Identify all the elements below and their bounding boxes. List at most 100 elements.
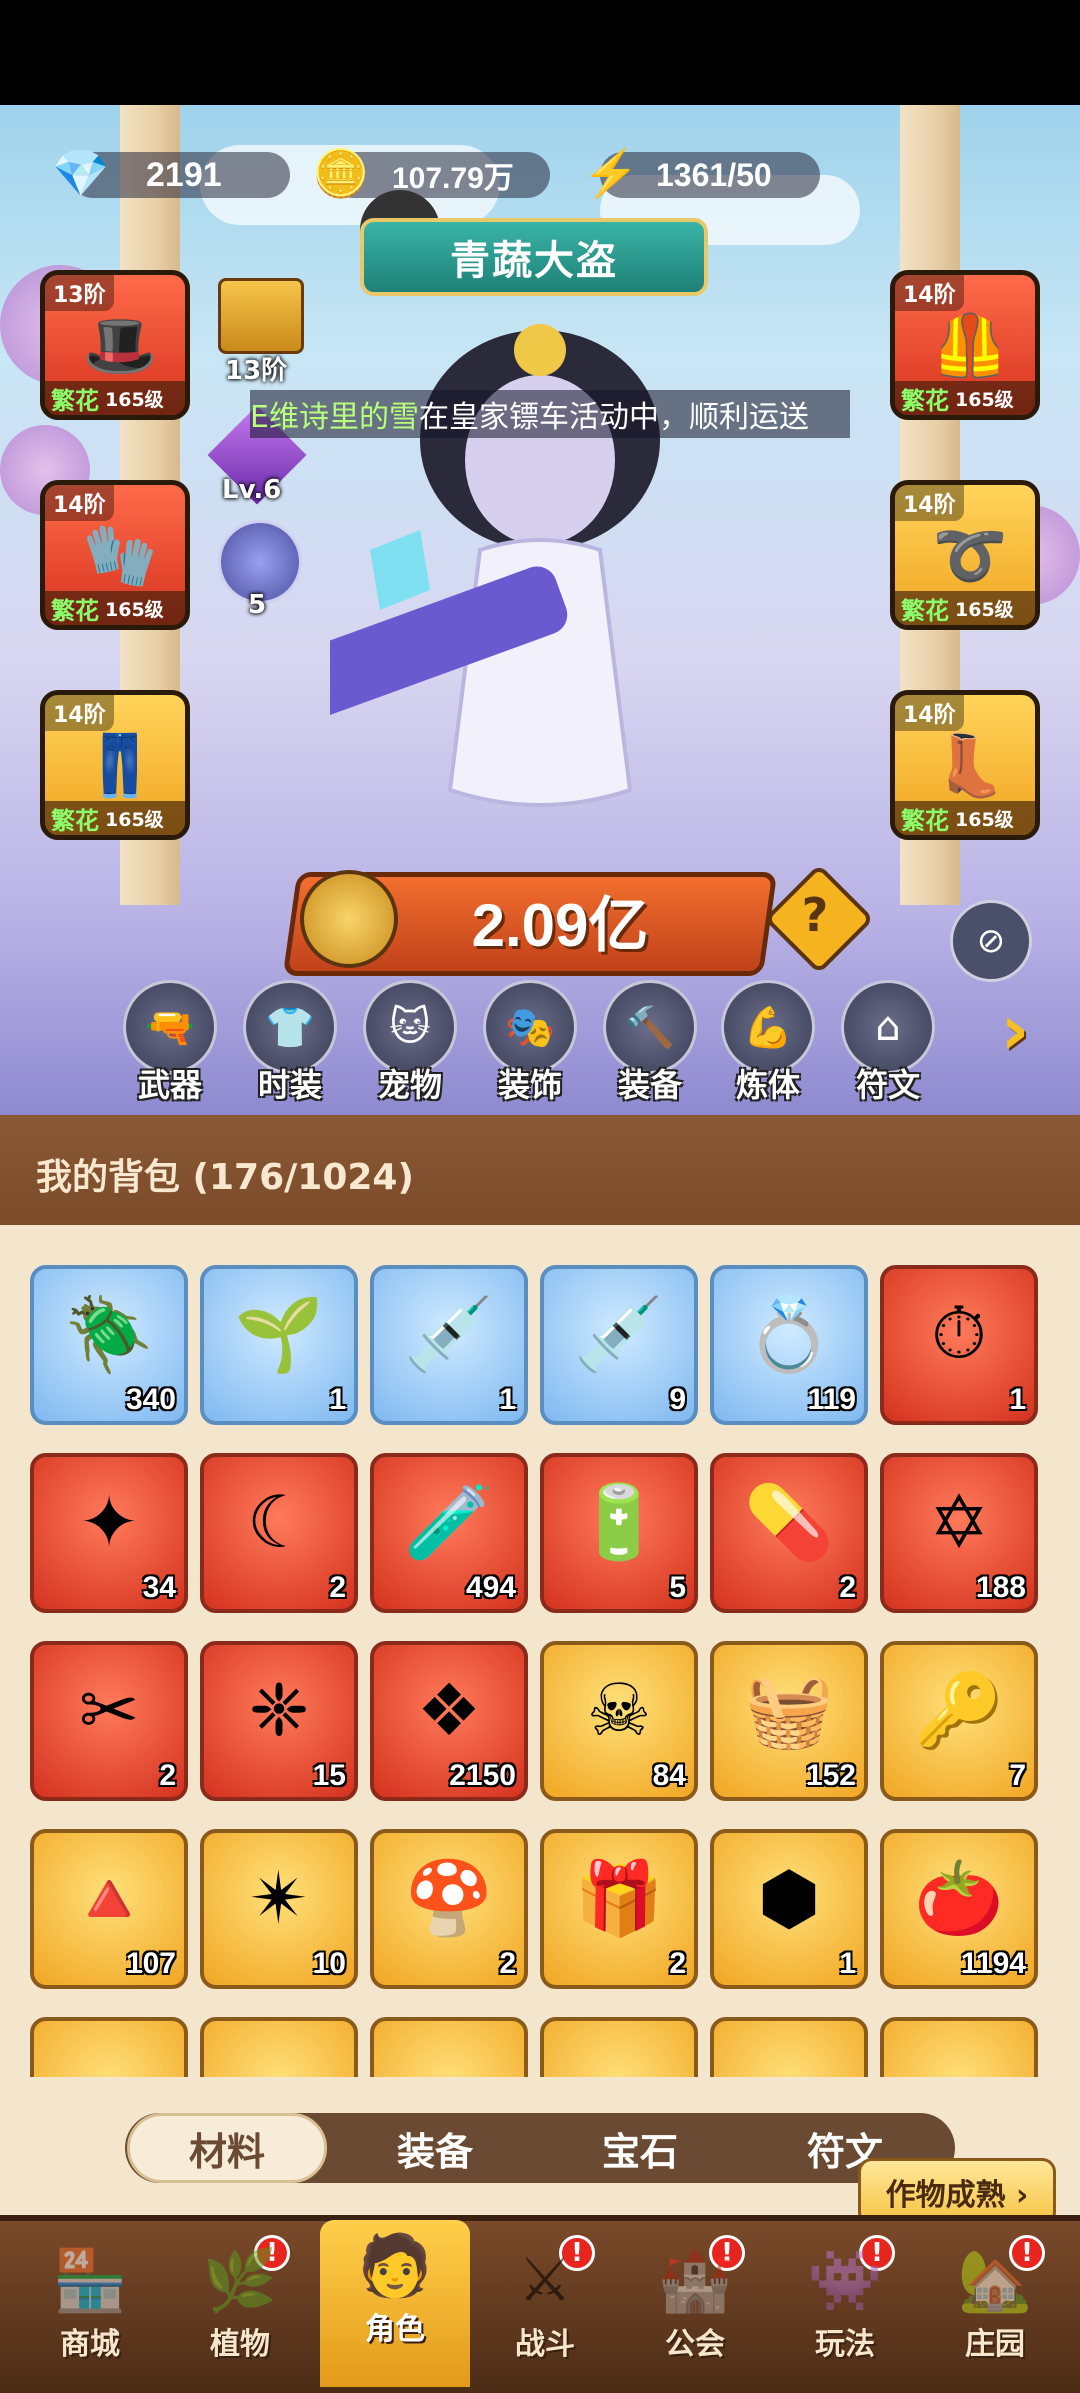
category-rune[interactable]: ⌂ 符文: [838, 980, 938, 1104]
red-potion-icon: 🧪: [404, 1479, 494, 1564]
gold-counter[interactable]: 🪙 107.79万: [312, 147, 550, 199]
treasure-chest-icon[interactable]: [218, 278, 304, 354]
category-label: 符文: [855, 1066, 920, 1104]
inventory-item[interactable]: [370, 2017, 528, 2077]
hexagram-icon: ✡: [928, 1480, 990, 1564]
inventory-item[interactable]: 💉 1: [370, 1265, 528, 1425]
inventory-item[interactable]: ⬢ 1: [710, 1829, 868, 1989]
shop-icon: 🏪: [52, 2245, 128, 2316]
inventory-item[interactable]: ✡ 188: [880, 1453, 1038, 1613]
inventory-title: 我的背包 (176/1024): [36, 1157, 414, 1198]
inventory-item[interactable]: 🔋 5: [540, 1453, 698, 1613]
syringe-icon: 💉: [404, 1291, 494, 1376]
item-count: 119: [807, 1383, 856, 1416]
inventory-item[interactable]: 🪲 340: [30, 1265, 188, 1425]
inventory-item[interactable]: [540, 2017, 698, 2077]
equip-slot-belt[interactable]: 14阶 ➰ 繁花 165级: [890, 480, 1040, 630]
inventory-item[interactable]: [710, 2017, 868, 2077]
equip-slot-vest[interactable]: 14阶 🦺 繁花 165级: [890, 270, 1040, 420]
basket-icon: 🧺: [744, 1667, 834, 1752]
inventory-item[interactable]: ☾ 2: [200, 1453, 358, 1613]
nav-label: 战斗: [515, 2327, 575, 2362]
inventory-item[interactable]: 🔺 107: [30, 1829, 188, 1989]
tab-materials[interactable]: 材料: [127, 2113, 327, 2183]
inventory-item[interactable]: 💍 119: [710, 1265, 868, 1425]
category-equipment[interactable]: 🔨 装备: [600, 980, 700, 1104]
nav-battle[interactable]: ! ⚔ 战斗: [475, 2235, 615, 2380]
green-capsule-icon: 💊: [744, 1479, 834, 1564]
energy-counter[interactable]: ⚡ 1361/50: [582, 147, 820, 199]
swords-icon: ⚔: [518, 2245, 572, 2315]
diamond-counter[interactable]: 💎 2191: [52, 147, 290, 199]
boots-icon: 👢: [932, 730, 1008, 801]
glove-icon: 🧤: [82, 520, 158, 591]
monster-icon: 👾: [807, 2245, 883, 2316]
partial-item-icon: [714, 2031, 864, 2077]
inventory-item[interactable]: 🍅 1194: [880, 1829, 1038, 1989]
pants-icon: 👖: [82, 730, 158, 801]
inventory-item[interactable]: 💉 9: [540, 1265, 698, 1425]
inventory-item[interactable]: ☠ 84: [540, 1641, 698, 1801]
tab-equipment[interactable]: 装备: [335, 2113, 535, 2183]
character-avatar-icon: 🧑: [357, 2230, 433, 2301]
inventory-item[interactable]: 🧪 494: [370, 1453, 528, 1613]
nav-character[interactable]: 🧑 角色: [320, 2220, 470, 2387]
inventory-item[interactable]: 🌱 1: [200, 1265, 358, 1425]
category-fashion[interactable]: 👕 时装: [240, 980, 340, 1104]
item-count: 5: [669, 1571, 686, 1604]
orb-count: 5: [248, 590, 267, 620]
inventory-item[interactable]: ⏱ 1: [880, 1265, 1038, 1425]
diamond-icon: 💎: [52, 146, 110, 199]
category-weapon[interactable]: 🔫 武器: [120, 980, 220, 1104]
star-crystal-icon: ✦: [78, 1480, 140, 1564]
fire-triangle-icon: 🔺: [64, 1855, 154, 1940]
plant-card-icon: 🌱: [234, 1291, 324, 1376]
nav-manor[interactable]: ! 🏡 庄园: [925, 2235, 1065, 2380]
power-key-icon: [300, 870, 398, 968]
inventory-item[interactable]: ❖ 2150: [370, 1641, 528, 1801]
pocket-watch-card-icon: ⏱: [930, 1291, 988, 1375]
tab-gems[interactable]: 宝石: [540, 2113, 740, 2183]
chevron-right-icon[interactable]: ›: [985, 989, 1045, 1071]
item-count: 1: [1009, 1383, 1026, 1416]
nav-shop[interactable]: 🏪 商城: [20, 2235, 160, 2380]
inventory-item[interactable]: [880, 2017, 1038, 2077]
moon-star-icon: ☾: [246, 1480, 312, 1564]
inventory-item[interactable]: ✴ 10: [200, 1829, 358, 1989]
inventory-item[interactable]: [200, 2017, 358, 2077]
category-decoration[interactable]: 🎭 装饰: [480, 980, 580, 1104]
nav-plants[interactable]: ! 🌿 植物: [170, 2235, 310, 2380]
inventory-item[interactable]: ✦ 34: [30, 1453, 188, 1613]
diamond-value: 2191: [146, 155, 222, 194]
inventory-item[interactable]: 🎁 2: [540, 1829, 698, 1989]
title-badge[interactable]: 青蔬大盗: [360, 218, 708, 296]
equip-slot-hat[interactable]: 13阶 🎩 繁花 165级: [40, 270, 190, 420]
category-body-refine[interactable]: 💪 炼体: [718, 980, 818, 1104]
house-icon: 🏡: [957, 2245, 1033, 2316]
status-bar: [0, 0, 1080, 105]
gift-book-icon: 🎁: [574, 1855, 664, 1940]
inventory-item[interactable]: 🔑 7: [880, 1641, 1038, 1801]
item-count: 15: [312, 1759, 346, 1792]
item-count: 1: [499, 1383, 516, 1416]
tomato-crate-icon: 🍅: [914, 1855, 1004, 1940]
equip-slot-glove[interactable]: 14阶 🧤 繁花 165级: [40, 480, 190, 630]
nav-guild[interactable]: ! 🏰 公会: [625, 2235, 765, 2380]
inventory-item[interactable]: ✂ 2: [30, 1641, 188, 1801]
inventory-item[interactable]: ❈ 15: [200, 1641, 358, 1801]
inventory-item[interactable]: 💊 2: [710, 1453, 868, 1613]
ruby-key-icon: 🔑: [914, 1667, 1004, 1752]
category-pet[interactable]: 🐱 宠物: [360, 980, 460, 1104]
equip-type: 繁花: [901, 386, 949, 415]
inventory-item[interactable]: 🍄 2: [370, 1829, 528, 1989]
equip-slot-boots[interactable]: 14阶 👢 繁花 165级: [890, 690, 1040, 840]
inventory-item[interactable]: [30, 2017, 188, 2077]
green-cube-icon: ⬢: [757, 1856, 821, 1940]
nav-gameplay[interactable]: ! 👾 玩法: [775, 2235, 915, 2380]
category-label: 炼体: [735, 1066, 800, 1104]
inventory-item[interactable]: 🧺 152: [710, 1641, 868, 1801]
partial-item-icon: [544, 2031, 694, 2077]
equip-slot-pants[interactable]: 14阶 👖 繁花 165级: [40, 690, 190, 840]
eye-hide-icon[interactable]: ⊘: [950, 900, 1032, 982]
nav-label: 玩法: [815, 2327, 875, 2362]
